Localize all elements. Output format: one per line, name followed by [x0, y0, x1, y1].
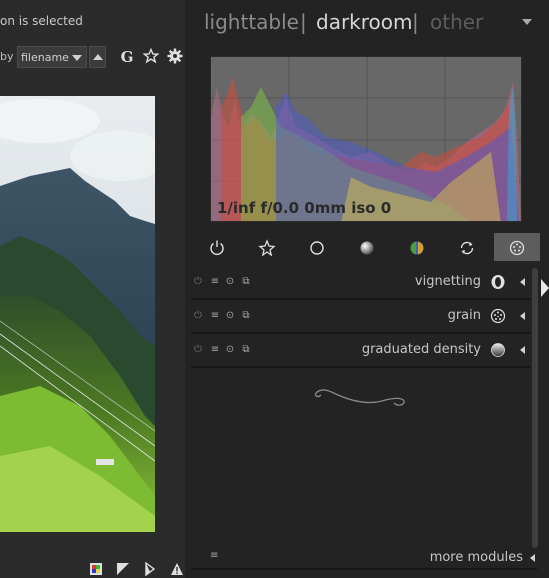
- grouping-icon[interactable]: G: [119, 48, 135, 66]
- tab-color[interactable]: [394, 233, 440, 261]
- sort-select-value: filename: [21, 51, 69, 64]
- multi-instance-icon[interactable]: ≡: [210, 344, 220, 356]
- view-switcher: lighttable | darkroom | other: [186, 0, 549, 44]
- tab-base[interactable]: [294, 233, 340, 261]
- bottom-toolbar: [0, 558, 185, 578]
- module-name: vignetting: [414, 274, 481, 289]
- mountain-photo: [0, 96, 155, 532]
- histogram[interactable]: 1/inf f/0.0 0mm iso 0: [210, 56, 522, 222]
- module-name: graduated density: [361, 342, 481, 357]
- grain-icon: [490, 308, 506, 324]
- gear-icon[interactable]: [167, 48, 183, 66]
- module-grain[interactable]: ⏻ ≡ ⊙ ⧉ grain: [191, 300, 530, 334]
- chevron-down-icon[interactable]: [522, 19, 532, 25]
- reset-icon[interactable]: ⊙: [225, 276, 235, 288]
- color-wheel-icon: [410, 241, 424, 255]
- overexposed-icon[interactable]: [116, 561, 130, 575]
- more-modules[interactable]: ≡ more modules: [191, 546, 537, 570]
- tab-effect[interactable]: [494, 233, 540, 261]
- view-other[interactable]: other: [430, 10, 483, 34]
- sort-order-button[interactable]: [89, 46, 106, 68]
- module-group-bar: [194, 233, 540, 263]
- image-preview[interactable]: [0, 96, 155, 532]
- vignetting-icon: [491, 275, 505, 289]
- tab-active-modules[interactable]: [194, 233, 240, 261]
- view-lighttable[interactable]: lighttable: [204, 10, 299, 34]
- left-panel: on is selected by filename G: [0, 0, 185, 578]
- reset-icon[interactable]: ⊙: [225, 310, 235, 322]
- module-vignetting[interactable]: ⏻ ≡ ⊙ ⧉ vignetting: [191, 266, 530, 300]
- favourites-star-icon: [258, 239, 276, 257]
- reset-icon[interactable]: ⊙: [225, 344, 235, 356]
- color-assessment-icon[interactable]: [89, 561, 103, 575]
- multi-instance-icon[interactable]: ≡: [210, 310, 220, 322]
- power-icon[interactable]: ⏻: [193, 344, 203, 356]
- presets-icon[interactable]: ⧉: [241, 310, 251, 322]
- menu-icon: ≡: [210, 550, 219, 561]
- module-list: ⏻ ≡ ⊙ ⧉ vignetting ⏻ ≡ ⊙ ⧉ grain ⏻ ≡ ⊙ ⧉…: [191, 266, 530, 368]
- sort-select[interactable]: filename: [17, 46, 87, 68]
- rotate-icon: [460, 241, 474, 255]
- exif-info: 1/inf f/0.0 0mm iso 0: [217, 199, 392, 217]
- power-icon[interactable]: ⏻: [193, 310, 203, 322]
- expand-arrow-icon[interactable]: [520, 346, 525, 354]
- presets-icon[interactable]: ⧉: [241, 276, 251, 288]
- tab-favourites[interactable]: [244, 233, 290, 261]
- star-icon[interactable]: [142, 47, 160, 66]
- sort-label: by: [0, 50, 14, 63]
- tab-tone[interactable]: [344, 233, 390, 261]
- module-graduated-density[interactable]: ⏻ ≡ ⊙ ⧉ graduated density: [191, 334, 530, 368]
- collapse-right-panel-icon[interactable]: [541, 279, 549, 297]
- module-name: grain: [447, 308, 481, 323]
- module-scrollbar[interactable]: [532, 268, 538, 548]
- view-darkroom[interactable]: darkroom: [316, 10, 413, 34]
- circle-outline-icon: [310, 241, 324, 255]
- gamut-check-icon[interactable]: [170, 561, 184, 575]
- effect-icon: [509, 240, 525, 256]
- power-icon: [210, 240, 224, 255]
- power-icon[interactable]: ⏻: [193, 276, 203, 288]
- histogram-graph: [211, 57, 521, 221]
- presets-icon[interactable]: ⧉: [241, 344, 251, 356]
- chevron-down-icon: [72, 55, 82, 61]
- expand-arrow-icon[interactable]: [520, 278, 525, 286]
- tab-correct[interactable]: [444, 233, 490, 261]
- view-separator: |: [412, 10, 419, 34]
- expand-arrow-icon[interactable]: [520, 312, 525, 320]
- graduated-density-icon: [491, 343, 505, 357]
- multi-instance-icon[interactable]: ≡: [210, 276, 220, 288]
- softproof-icon[interactable]: [143, 561, 157, 577]
- sort-ascending-icon: [93, 54, 103, 60]
- divider-flourish-icon: [314, 389, 405, 406]
- expand-arrow-icon: [530, 554, 535, 562]
- view-separator: |: [300, 10, 307, 34]
- more-modules-label: more modules: [429, 550, 523, 565]
- tone-sphere-icon: [360, 241, 374, 255]
- selection-status: on is selected: [0, 14, 83, 28]
